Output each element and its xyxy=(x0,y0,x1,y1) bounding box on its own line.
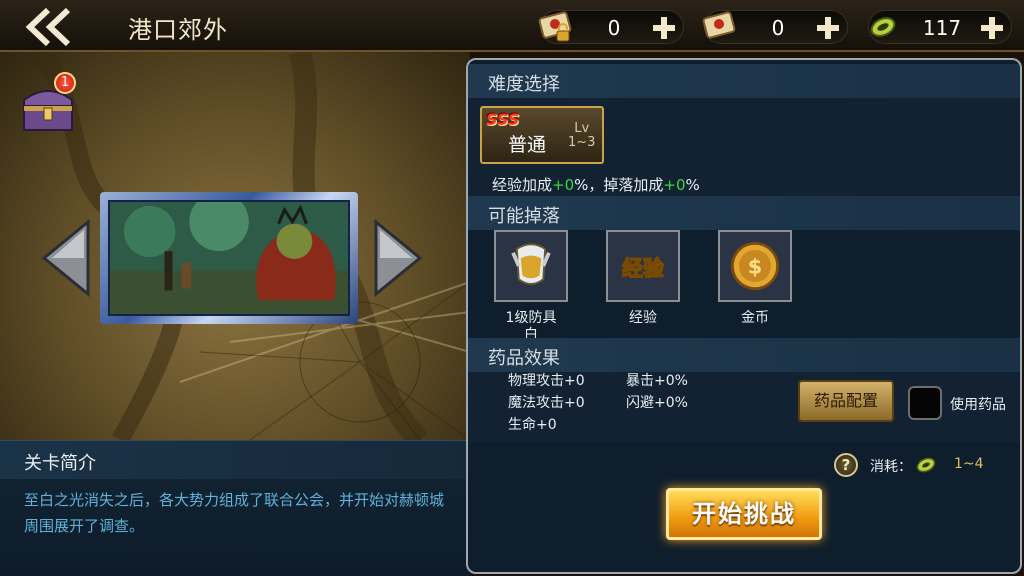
drops-section-title: 可能掉落 xyxy=(488,206,560,227)
crit-stat: 暴击+0% xyxy=(626,373,688,389)
add-stamina-button[interactable] xyxy=(977,13,1007,43)
stage-intro-title: 关卡简介 xyxy=(24,453,96,474)
bonus-tail: % xyxy=(685,176,700,194)
svg-text:$: $ xyxy=(748,255,762,279)
difficulty-normal-button[interactable]: SSS 普通 Lv 1~3 xyxy=(480,106,604,164)
difficulty-section-header: 难度选择 xyxy=(468,64,1020,98)
next-stage-arrow-icon[interactable] xyxy=(372,218,424,298)
gold-coin-icon: $ xyxy=(718,230,792,302)
exp-icon-text: 经验 xyxy=(622,256,664,280)
add-locked-scroll-button[interactable] xyxy=(649,13,679,43)
start-challenge-button[interactable]: 开始挑战 xyxy=(666,488,822,540)
stage-intro-header: 关卡简介 xyxy=(0,441,470,479)
difficulty-name: 普通 xyxy=(508,134,547,156)
use-potion-checkbox[interactable] xyxy=(908,386,942,420)
stage-preview-frame[interactable] xyxy=(100,192,358,324)
drops-section-header: 可能掉落 xyxy=(468,196,1020,230)
potion-section-header: 药品效果 xyxy=(468,338,1020,372)
bonus-separator: %， xyxy=(574,176,604,194)
magic-attack-stat: 魔法攻击+0 xyxy=(508,395,585,411)
chest-notification-badge: 1 xyxy=(54,72,76,94)
stage-intro-text: 至白之光消失之后，各大势力组成了联合公会，并开始对赫顿城周围展开了调查。 xyxy=(24,491,445,535)
exp-icon: 经验 xyxy=(606,230,680,302)
stage-detail-panel: 难度选择 SSS 普通 Lv 1~3 经验加成+0%，掉落加成+0% 可能掉落 … xyxy=(466,58,1022,574)
difficulty-lv-value: 1~3 xyxy=(568,135,596,150)
resource-stamina: 117 xyxy=(868,10,1012,44)
stage-intro-panel: 关卡简介 至白之光消失之后，各大势力组成了联合公会，并开始对赫顿城周围展开了调查… xyxy=(0,440,470,576)
stage-preview-image xyxy=(108,192,350,316)
resource-scroll: 0 xyxy=(702,10,848,44)
cost-label: 消耗： xyxy=(870,459,912,475)
help-icon[interactable]: ? xyxy=(834,453,858,477)
exp-bonus-label: 经验加成 xyxy=(492,176,553,194)
world-map: 1 xyxy=(0,52,470,440)
difficulty-section-title: 难度选择 xyxy=(488,74,560,95)
drop-item-gold-label: 金币 xyxy=(741,310,769,326)
potion-section-title: 药品效果 xyxy=(488,348,560,369)
back-chevron-icon[interactable] xyxy=(22,6,82,48)
stamina-coin-icon xyxy=(870,17,896,37)
page-title: 港口郊外 xyxy=(128,16,228,44)
drop-item-gold[interactable]: $ 金币 xyxy=(718,230,792,327)
top-bar: 港口郊外 0 0 117 xyxy=(0,0,1024,52)
scroll-icon xyxy=(702,11,736,39)
drop-item-armor[interactable]: 1级防具 白 xyxy=(494,230,568,344)
stamina-count: 117 xyxy=(922,16,962,40)
potion-stats-left: 物理攻击+0 魔法攻击+0 生命+0 xyxy=(508,370,585,436)
potion-stats-right: 暴击+0% 闪避+0% xyxy=(626,370,688,414)
drop-item-exp[interactable]: 经验 经验 xyxy=(606,230,680,327)
stamina-coin-icon xyxy=(916,457,936,473)
dodge-stat: 闪避+0% xyxy=(626,395,688,411)
stage-select-screen: 港口郊外 0 0 117 1 关卡简介 至白之光消失之后，各大势力组成了联合公会… xyxy=(0,0,1024,576)
physical-attack-stat: 物理攻击+0 xyxy=(508,373,585,389)
drop-item-armor-name: 1级防具 xyxy=(505,310,557,326)
exp-bonus-value: +0 xyxy=(552,176,575,194)
hp-stat: 生命+0 xyxy=(508,417,557,433)
armor-icon xyxy=(494,230,568,302)
previous-stage-arrow-icon[interactable] xyxy=(40,218,92,298)
difficulty-level-range: Lv 1~3 xyxy=(568,122,595,150)
locked-scroll-icon xyxy=(538,11,572,42)
drop-bonus-value: +0 xyxy=(663,176,686,194)
locked-scroll-count: 0 xyxy=(607,16,621,40)
drop-item-exp-label: 经验 xyxy=(629,310,657,326)
add-scroll-button[interactable] xyxy=(813,13,843,43)
resource-locked-scroll: 0 xyxy=(538,10,684,44)
drop-bonus-label: 掉落加成 xyxy=(603,176,664,194)
scroll-count: 0 xyxy=(771,16,785,40)
use-potion-label: 使用药品 xyxy=(950,397,1006,413)
cost-value: 1~4 xyxy=(954,456,984,472)
bonus-line: 经验加成+0%，掉落加成+0% xyxy=(492,174,700,195)
potion-config-button[interactable]: 药品配置 xyxy=(798,380,894,422)
difficulty-lv-label: Lv xyxy=(574,121,590,136)
difficulty-rank-badge: SSS xyxy=(486,110,520,129)
